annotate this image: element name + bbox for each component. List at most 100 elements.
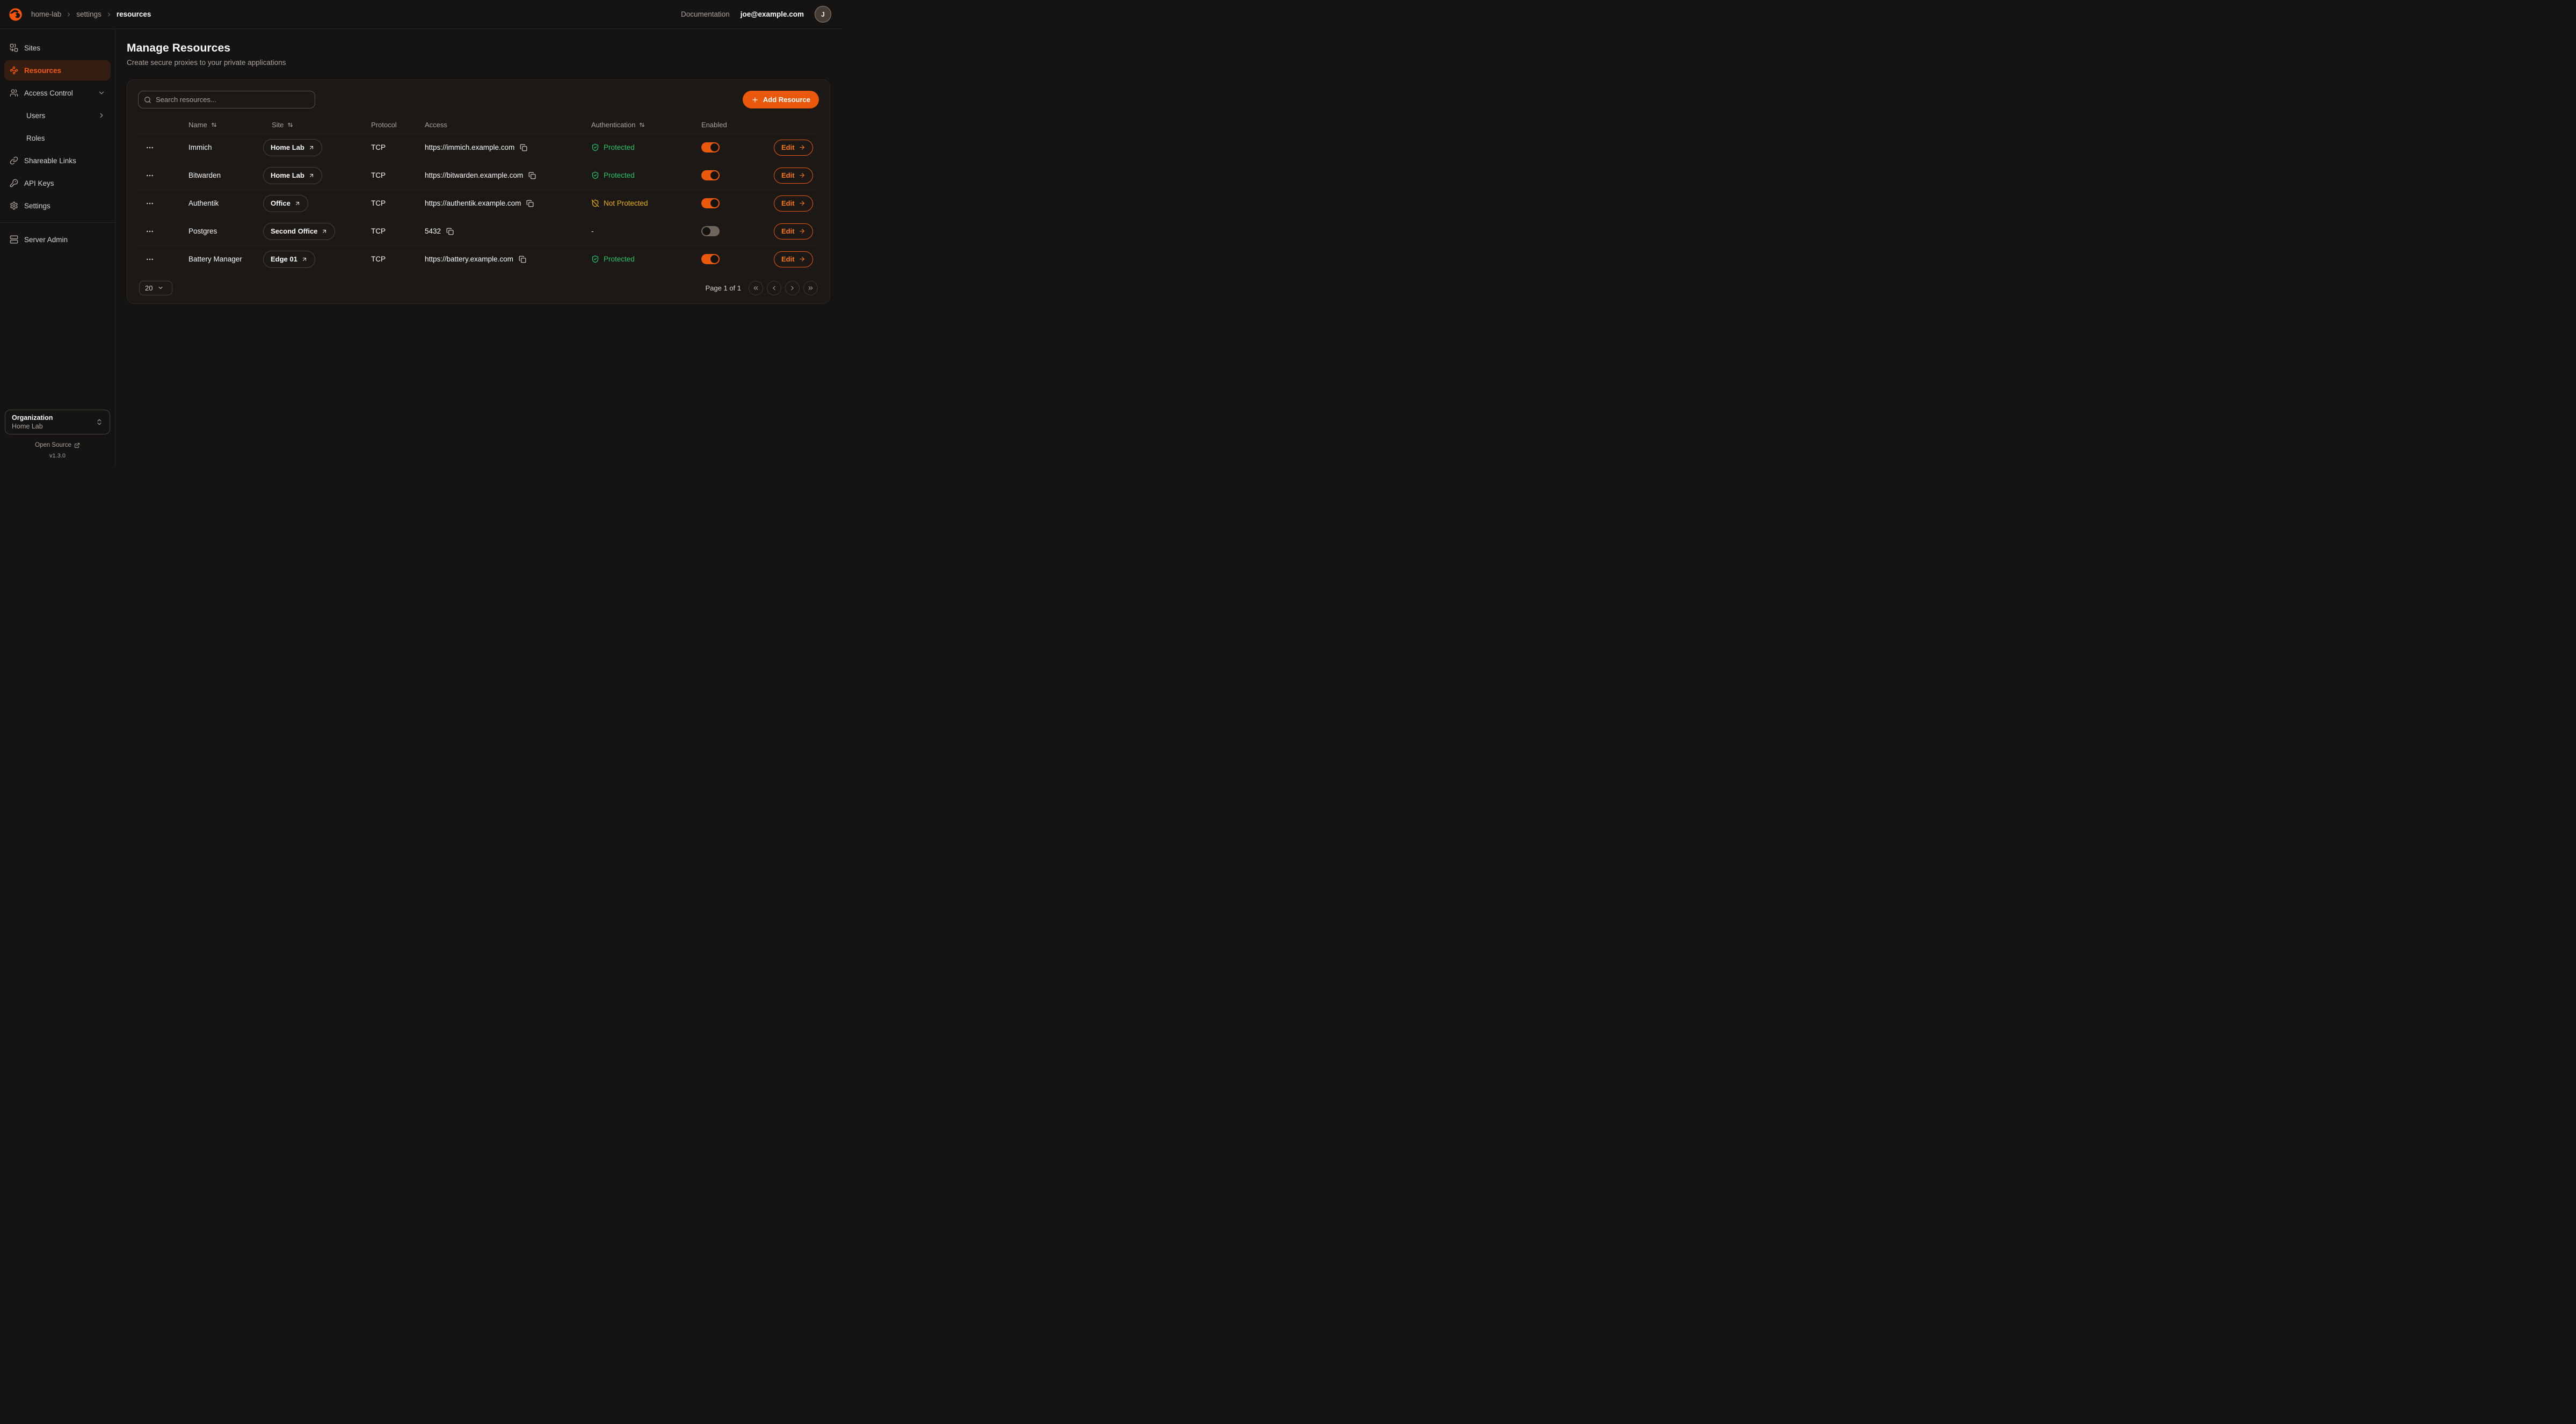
- site-link[interactable]: Second Office: [263, 223, 335, 240]
- site-link[interactable]: Office: [263, 195, 308, 212]
- sidebar-item-label: Roles: [26, 134, 45, 142]
- breadcrumb-section[interactable]: settings: [76, 10, 101, 18]
- sidebar-item-label: Settings: [24, 202, 50, 210]
- sidebar-item-label: Resources: [24, 67, 61, 75]
- sidebar-item-sites[interactable]: Sites: [4, 38, 111, 58]
- resource-protocol: TCP: [358, 143, 412, 151]
- arrow-right-icon: [799, 144, 806, 151]
- enabled-toggle[interactable]: [701, 198, 720, 208]
- row-menu-icon[interactable]: [146, 255, 154, 264]
- resource-access: https://bitwarden.example.com: [425, 171, 523, 179]
- avatar[interactable]: J: [815, 6, 831, 23]
- sidebar-item-label: Access Control: [24, 89, 73, 97]
- add-resource-button[interactable]: Add Resource: [743, 91, 819, 108]
- gear-icon: [10, 201, 18, 210]
- add-resource-label: Add Resource: [763, 96, 810, 104]
- enabled-toggle[interactable]: [701, 142, 720, 152]
- copy-icon[interactable]: [525, 199, 535, 208]
- sidebar: Sites Resources Access Control Users Rol: [0, 29, 115, 466]
- column-header-authentication[interactable]: Authentication: [578, 121, 688, 129]
- copy-icon[interactable]: [518, 255, 527, 264]
- user-email: joe@example.com: [741, 10, 804, 18]
- open-source-link[interactable]: Open Source: [4, 442, 111, 448]
- server-icon: [10, 235, 18, 244]
- resource-name: Battery Manager: [176, 255, 259, 263]
- last-page-button[interactable]: [803, 281, 818, 295]
- shield-check-icon: [591, 255, 599, 263]
- sidebar-item-roles[interactable]: Roles: [4, 128, 111, 148]
- sidebar-item-shareable-links[interactable]: Shareable Links: [4, 150, 111, 171]
- pangolin-logo-icon[interactable]: [6, 5, 25, 24]
- chevron-right-icon: [66, 11, 72, 18]
- column-header-name[interactable]: Name: [176, 121, 259, 129]
- resource-protocol: TCP: [358, 199, 412, 207]
- shield-off-icon: [591, 199, 599, 207]
- chevron-down-icon: [98, 89, 105, 97]
- edit-button[interactable]: Edit: [774, 195, 813, 212]
- sidebar-item-settings[interactable]: Settings: [4, 195, 111, 216]
- breadcrumb-org[interactable]: home-lab: [31, 10, 61, 18]
- row-menu-icon[interactable]: [146, 143, 154, 152]
- enabled-toggle[interactable]: [701, 226, 720, 236]
- site-link[interactable]: Edge 01: [263, 251, 315, 268]
- sidebar-item-users[interactable]: Users: [4, 105, 111, 126]
- sidebar-item-resources[interactable]: Resources: [4, 60, 111, 81]
- sidebar-item-server-admin[interactable]: Server Admin: [4, 229, 111, 250]
- edit-button[interactable]: Edit: [774, 168, 813, 184]
- page-size-select[interactable]: 20: [139, 281, 172, 295]
- organization-selector[interactable]: Organization Home Lab: [5, 410, 110, 434]
- copy-icon[interactable]: [527, 171, 537, 180]
- table-footer: 20 Page 1 of 1: [138, 273, 819, 303]
- waypoints-icon: [10, 66, 18, 75]
- resource-access: https://authentik.example.com: [425, 199, 521, 207]
- documentation-link[interactable]: Documentation: [681, 10, 730, 18]
- sidebar-item-label: Sites: [24, 44, 40, 52]
- site-link[interactable]: Home Lab: [263, 167, 322, 184]
- column-header-enabled: Enabled: [688, 121, 761, 129]
- resource-access: 5432: [425, 227, 441, 235]
- organization-value: Home Lab: [12, 423, 53, 430]
- site-link[interactable]: Home Lab: [263, 139, 322, 156]
- first-page-button[interactable]: [749, 281, 763, 295]
- chevrons-right-icon: [807, 285, 814, 292]
- column-header-protocol: Protocol: [358, 121, 412, 129]
- enabled-toggle[interactable]: [701, 170, 720, 180]
- arrow-right-icon: [799, 256, 806, 263]
- row-menu-icon[interactable]: [146, 227, 154, 236]
- edit-button[interactable]: Edit: [774, 251, 813, 267]
- arrow-up-right-icon: [301, 256, 308, 263]
- auth-status: Protected: [591, 171, 635, 179]
- arrow-right-icon: [799, 172, 806, 179]
- copy-icon[interactable]: [445, 227, 455, 236]
- row-menu-icon[interactable]: [146, 171, 154, 180]
- auth-status: Not Protected: [591, 199, 648, 207]
- previous-page-button[interactable]: [767, 281, 781, 295]
- table-row: Postgres Second Office TCP 5432 - Edit: [138, 217, 819, 245]
- next-page-button[interactable]: [785, 281, 800, 295]
- users-icon: [10, 89, 18, 97]
- arrow-up-right-icon: [308, 144, 315, 151]
- chevron-right-icon: [98, 112, 105, 119]
- resource-protocol: TCP: [358, 227, 412, 235]
- column-header-site[interactable]: Site: [259, 121, 358, 129]
- sidebar-item-api-keys[interactable]: API Keys: [4, 173, 111, 193]
- edit-button[interactable]: Edit: [774, 223, 813, 239]
- search-input[interactable]: [156, 96, 309, 104]
- copy-icon[interactable]: [519, 143, 528, 152]
- row-menu-icon[interactable]: [146, 199, 154, 208]
- link-icon: [10, 156, 18, 165]
- breadcrumb: home-lab settings resources: [31, 10, 151, 18]
- breadcrumb-current: resources: [117, 10, 151, 18]
- chevron-right-icon: [789, 285, 796, 292]
- sidebar-item-access-control[interactable]: Access Control: [4, 83, 111, 103]
- resource-name: Postgres: [176, 227, 259, 235]
- auth-status: -: [591, 227, 594, 235]
- auth-status: Protected: [591, 255, 635, 263]
- edit-button[interactable]: Edit: [774, 140, 813, 156]
- table-row: Authentik Office TCP https://authentik.e…: [138, 189, 819, 217]
- plus-icon: [751, 96, 759, 104]
- enabled-toggle[interactable]: [701, 254, 720, 264]
- table-row: Bitwarden Home Lab TCP https://bitwarden…: [138, 161, 819, 189]
- open-source-label: Open Source: [35, 442, 71, 448]
- chevron-left-icon: [771, 285, 778, 292]
